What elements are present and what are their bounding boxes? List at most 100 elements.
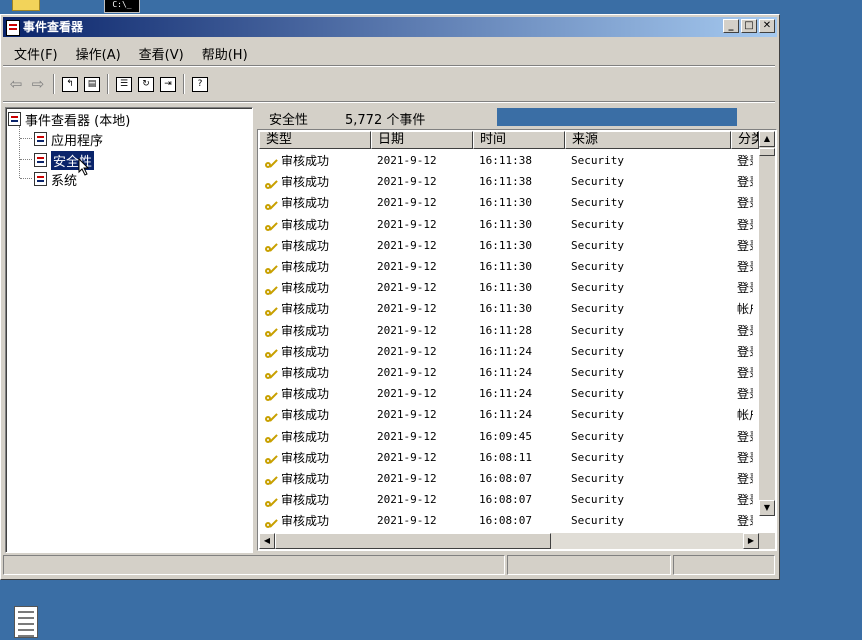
table-row[interactable]: 审核成功 2021-9-12 16:11:24 Security 登录 [259, 362, 753, 383]
table-row[interactable]: 审核成功 2021-9-12 16:11:28 Security 登录 [259, 320, 753, 341]
table-row[interactable]: 审核成功 2021-9-12 16:08:07 Security 登录 [259, 510, 753, 531]
scroll-down-button[interactable]: ▼ [759, 500, 775, 516]
cell-type: 审核成功 [259, 173, 371, 190]
table-row[interactable]: 审核成功 2021-9-12 16:11:24 Security 登录 [259, 341, 753, 362]
up-folder-icon[interactable]: ↰ [59, 73, 81, 95]
cell-type-text: 审核成功 [281, 408, 330, 423]
column-headers: 类型 日期 时间 来源 分类 [259, 131, 759, 149]
cell-type: 审核成功 [259, 258, 371, 275]
audit-success-key-icon [265, 366, 279, 380]
audit-success-key-icon [265, 282, 279, 296]
cell-time: 16:11:24 [479, 408, 532, 422]
table-row[interactable]: 审核成功 2021-9-12 16:11:30 Security 登录 [259, 277, 753, 298]
table-row[interactable]: 审核成功 2021-9-12 16:11:30 Security 登录 [259, 256, 753, 277]
cell-type-text: 审核成功 [281, 493, 330, 508]
cell-source: Security [571, 408, 624, 422]
audit-success-key-icon [265, 345, 279, 359]
scroll-up-button[interactable]: ▲ [759, 131, 775, 147]
table-row[interactable]: 审核成功 2021-9-12 16:11:30 Security 帐户 [259, 298, 753, 319]
tree-item-application[interactable]: 应用程序 [34, 130, 104, 149]
refresh-icon[interactable]: ↻ [135, 73, 157, 95]
table-row[interactable]: 审核成功 2021-9-12 16:11:30 Security 登录 [259, 192, 753, 213]
table-row[interactable]: 审核成功 2021-9-12 16:11:30 Security 登录 [259, 214, 753, 235]
column-date[interactable]: 日期 [371, 131, 473, 149]
show-tree-icon[interactable]: ▤ [81, 73, 103, 95]
help-icon[interactable]: ? [189, 73, 211, 95]
table-row[interactable]: 审核成功 2021-9-12 16:11:24 Security 登录 [259, 383, 753, 404]
horizontal-scroll-thumb[interactable] [275, 533, 551, 549]
folder-icon[interactable] [12, 0, 40, 11]
menu-file[interactable]: 文件(F) [5, 41, 67, 63]
cell-type: 审核成功 [259, 194, 371, 211]
scroll-left-button[interactable]: ◀ [259, 533, 275, 549]
event-viewer-icon [8, 112, 21, 126]
log-icon [34, 132, 47, 146]
close-button[interactable]: ✕ [759, 19, 775, 33]
tree-item-system[interactable]: 系统 [34, 170, 77, 189]
cell-type-text: 审核成功 [281, 429, 330, 444]
vertical-scroll-thumb[interactable] [759, 148, 775, 156]
cell-category: 帐户 [737, 408, 753, 423]
export-icon[interactable]: ⇥ [157, 73, 179, 95]
tree-item-label: 应用程序 [51, 133, 104, 149]
cell-type: 审核成功 [259, 491, 371, 508]
properties-icon[interactable]: ☰ [113, 73, 135, 95]
cell-type-text: 审核成功 [281, 344, 330, 359]
table-row[interactable]: 审核成功 2021-9-12 16:08:07 Security 登录 [259, 489, 753, 510]
cell-category: 登录 [737, 493, 753, 508]
cell-type-text: 审核成功 [281, 238, 330, 253]
cell-date: 2021-9-12 [377, 281, 437, 295]
cell-type: 审核成功 [259, 322, 371, 339]
cell-category: 登录 [737, 429, 753, 444]
minimize-button[interactable]: _ [723, 19, 739, 33]
table-row[interactable]: 审核成功 2021-9-12 16:11:38 Security 登录 [259, 171, 753, 192]
table-row[interactable]: 审核成功 2021-9-12 16:08:11 Security 登录 [259, 447, 753, 468]
event-list-panel: 安全性 5,772 个事件 类型 日期 时间 来源 分类 审核成功 2021-9-… [257, 107, 777, 553]
menu-view[interactable]: 查看(V) [130, 41, 193, 63]
table-row[interactable]: 审核成功 2021-9-12 16:08:07 Security 登录 [259, 468, 753, 489]
cell-time: 16:11:24 [479, 344, 532, 358]
back-arrow-icon[interactable]: ⇦ [5, 73, 27, 95]
column-time[interactable]: 时间 [473, 131, 565, 149]
event-viewer-app-icon[interactable] [6, 20, 20, 36]
column-source[interactable]: 来源 [565, 131, 731, 149]
cell-date: 2021-9-12 [377, 238, 437, 252]
toolbar: ⇦ ⇨ ↰ ▤ ☰ ↻ ⇥ ? [5, 71, 765, 97]
table-row[interactable]: 审核成功 2021-9-12 16:11:24 Security 帐户 [259, 404, 753, 425]
tree-root[interactable]: 事件查看器 (本地) [8, 110, 130, 129]
window-title: 事件查看器 [23, 20, 84, 34]
cell-type-text: 审核成功 [281, 217, 330, 232]
cell-type-text: 审核成功 [281, 175, 330, 190]
console-tree[interactable]: 事件查看器 (本地) 应用程序 安全性 系统 [5, 107, 253, 553]
cell-source: Security [571, 281, 624, 295]
scroll-right-button[interactable]: ▶ [743, 533, 759, 549]
column-category[interactable]: 分类 [731, 131, 759, 149]
title-bar[interactable]: 事件查看器 _ □ ✕ [3, 17, 777, 37]
cell-source: Security [571, 154, 624, 168]
audit-success-key-icon [265, 515, 279, 529]
vertical-scrollbar[interactable]: ▲ ▼ [759, 131, 775, 516]
cell-date: 2021-9-12 [377, 365, 437, 379]
horizontal-scrollbar[interactable]: ◀ ▶ [259, 533, 759, 549]
audit-success-key-icon [265, 218, 279, 232]
table-row[interactable]: 审核成功 2021-9-12 16:11:38 Security 登录 [259, 150, 753, 171]
menu-help[interactable]: 帮助(H) [193, 41, 257, 63]
table-row[interactable]: 审核成功 2021-9-12 16:11:30 Security 登录 [259, 235, 753, 256]
command-prompt-icon[interactable]: C:\_ [104, 0, 140, 13]
column-type[interactable]: 类型 [259, 131, 371, 149]
forward-arrow-icon[interactable]: ⇨ [27, 73, 49, 95]
cell-category: 登录 [737, 450, 753, 465]
menu-action[interactable]: 操作(A) [67, 41, 130, 63]
notepad-icon[interactable] [14, 606, 38, 638]
event-count: 5,772 个事件 [345, 113, 426, 128]
audit-success-key-icon [265, 261, 279, 275]
table-row[interactable]: 审核成功 2021-9-12 16:09:45 Security 登录 [259, 425, 753, 446]
cell-date: 2021-9-12 [377, 471, 437, 485]
event-grid[interactable]: 类型 日期 时间 来源 分类 审核成功 2021-9-12 16:11:38 Secu… [257, 129, 777, 551]
maximize-button[interactable]: □ [741, 19, 757, 33]
status-pane [507, 555, 671, 575]
cell-type-text: 审核成功 [281, 387, 330, 402]
status-bar [3, 555, 777, 577]
cell-source: Security [571, 365, 624, 379]
audit-success-key-icon [265, 197, 279, 211]
